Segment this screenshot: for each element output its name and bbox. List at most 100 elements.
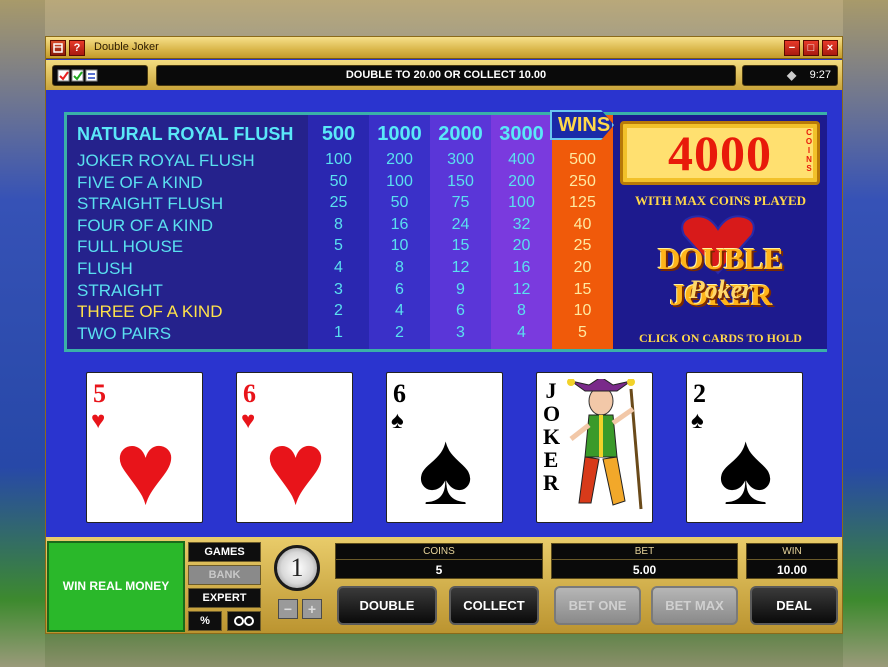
background-left bbox=[0, 0, 45, 667]
payout-cell: 12 bbox=[451, 259, 470, 276]
coins-display: COINS 5 bbox=[335, 543, 543, 579]
bet-max-button[interactable]: BET MAX bbox=[651, 586, 738, 625]
win-label: WIN bbox=[747, 544, 837, 560]
payout-cell: 20 bbox=[512, 237, 531, 254]
collect-button[interactable]: COLLECT bbox=[449, 586, 539, 625]
play-area: NATURAL ROYAL FLUSH JOKER ROYAL FLUSH FI… bbox=[46, 90, 842, 537]
status-bar: DOUBLE TO 20.00 OR COLLECT 10.00 ◆ 9:27 bbox=[46, 60, 842, 90]
status-message: DOUBLE TO 20.00 OR COLLECT 10.00 bbox=[156, 65, 736, 86]
clock-box: ◆ 9:27 bbox=[742, 65, 838, 86]
payout-cell: 25 bbox=[329, 194, 348, 211]
hand-four-of-a-kind: FOUR OF A KIND bbox=[77, 216, 214, 235]
payout-cell: 25 bbox=[573, 237, 592, 254]
control-panel: WIN REAL MONEY GAMES BANK EXPERT % 1 − +… bbox=[46, 537, 842, 633]
paytable-column-4: 3000 400 200 100 32 20 16 12 8 4 bbox=[491, 115, 552, 349]
payout-cell: 400 bbox=[508, 151, 535, 168]
paytable-column-1: 500 100 50 25 8 5 4 3 2 1 bbox=[308, 115, 369, 349]
hand-flush: FLUSH bbox=[77, 259, 133, 278]
coins-vertical-label: COINS bbox=[805, 128, 813, 173]
payout-cell: 9 bbox=[456, 281, 465, 298]
payout-cell: 8 bbox=[395, 259, 404, 276]
hand-joker-royal-flush: JOKER ROYAL FLUSH bbox=[77, 151, 255, 170]
payout-cell: 4 bbox=[517, 324, 526, 341]
joker-label: JOKER bbox=[543, 378, 561, 495]
decrease-coin-button[interactable]: − bbox=[278, 599, 298, 619]
payout-cell: 2 bbox=[334, 302, 343, 319]
card-4-joker[interactable]: JOKER bbox=[536, 372, 653, 523]
card-5[interactable]: 2 ♠ ♠ bbox=[686, 372, 803, 523]
payout-cell: 4 bbox=[334, 259, 343, 276]
promo-panel: 4000 COINS WITH MAX COINS PLAYED DOUBLE … bbox=[614, 115, 827, 349]
payout-cell: 20 bbox=[573, 259, 592, 276]
hand-three-of-a-kind: THREE OF A KIND bbox=[77, 302, 223, 321]
coins-label: COINS bbox=[336, 544, 542, 560]
payout-cell: 3 bbox=[334, 281, 343, 298]
clock-time: 9:27 bbox=[809, 69, 831, 81]
payout-cell: 50 bbox=[329, 173, 348, 190]
payout-cell: 8 bbox=[517, 302, 526, 319]
jester-figure-icon bbox=[567, 379, 643, 510]
payout-cell: 200 bbox=[508, 173, 535, 190]
games-button[interactable]: GAMES bbox=[188, 542, 261, 562]
max-win-box: 4000 COINS bbox=[620, 121, 820, 185]
card-rank: 6 bbox=[243, 379, 256, 408]
double-button[interactable]: DOUBLE bbox=[337, 586, 437, 625]
close-button[interactable]: × bbox=[822, 40, 838, 56]
autoplay-icon[interactable] bbox=[227, 611, 261, 631]
bank-button[interactable]: BANK bbox=[188, 565, 261, 585]
menu-icon[interactable] bbox=[50, 40, 66, 56]
payout-cell: 6 bbox=[456, 302, 465, 319]
payout-cell: 16 bbox=[512, 259, 531, 276]
heart-icon: ♥ bbox=[264, 411, 327, 527]
payout-cell: 10 bbox=[573, 302, 592, 319]
max-win-value: 4000 bbox=[627, 128, 813, 178]
expert-button[interactable]: EXPERT bbox=[188, 588, 261, 608]
win-real-money-button[interactable]: WIN REAL MONEY bbox=[47, 541, 185, 632]
payout-cell: 3 bbox=[456, 324, 465, 341]
payout-cell: 2 bbox=[395, 324, 404, 341]
sound-icon[interactable]: ◆ bbox=[787, 66, 796, 85]
coin-value-chip[interactable]: 1 bbox=[274, 545, 320, 591]
payout-cell: 32 bbox=[512, 216, 531, 233]
wins-tag: WINS bbox=[550, 110, 614, 140]
payout-cell: 8 bbox=[334, 216, 343, 233]
toolbar-icons bbox=[52, 65, 148, 86]
payout-cell: 150 bbox=[447, 173, 474, 190]
card-1[interactable]: 5 ♥ ♥ bbox=[86, 372, 203, 523]
hand-straight: STRAIGHT bbox=[77, 281, 163, 300]
bet-label: BET bbox=[552, 544, 737, 560]
paytable-column-3: 2000 300 150 75 24 15 12 9 6 3 bbox=[430, 115, 491, 349]
maximize-button[interactable]: □ bbox=[803, 40, 819, 56]
game-window: ? Double Joker − □ × DOUBLE TO 20.00 OR … bbox=[45, 36, 843, 634]
card-3[interactable]: 6 ♠ ♠ bbox=[386, 372, 503, 523]
payout-cell: 250 bbox=[569, 173, 596, 190]
payout-cell: 5 bbox=[334, 237, 343, 254]
payout-cell: 10 bbox=[390, 237, 409, 254]
hand-five-of-a-kind: FIVE OF A KIND bbox=[77, 173, 203, 192]
payout-cell: 4 bbox=[395, 302, 404, 319]
card-2[interactable]: 6 ♥ ♥ bbox=[236, 372, 353, 523]
payout-cell: 15 bbox=[573, 281, 592, 298]
card-rank: 5 bbox=[93, 379, 106, 408]
heart-icon: ♥ bbox=[114, 411, 177, 527]
payout-cell: 100 bbox=[325, 151, 352, 168]
help-icon[interactable]: ? bbox=[69, 40, 85, 56]
payout-cell: 6 bbox=[395, 281, 404, 298]
window-title: Double Joker bbox=[94, 41, 159, 53]
payout-cell: 2000 bbox=[438, 123, 483, 145]
spade-icon: ♠ bbox=[417, 411, 474, 527]
percent-button[interactable]: % bbox=[188, 611, 222, 631]
hand-straight-flush: STRAIGHT FLUSH bbox=[77, 194, 224, 213]
increase-coin-button[interactable]: + bbox=[302, 599, 322, 619]
paytable-column-2: 1000 200 100 50 16 10 8 6 4 2 bbox=[369, 115, 430, 349]
payout-cell: 3000 bbox=[499, 123, 544, 145]
payout-cell: 12 bbox=[512, 281, 531, 298]
payout-cell: 75 bbox=[451, 194, 470, 211]
background-right bbox=[843, 0, 888, 667]
minimize-button[interactable]: − bbox=[784, 40, 800, 56]
deal-button[interactable]: DEAL bbox=[750, 586, 838, 625]
card-rank: 6 bbox=[393, 379, 406, 408]
bet-one-button[interactable]: BET ONE bbox=[554, 586, 641, 625]
payout-cell: 24 bbox=[451, 216, 470, 233]
logo-subtitle: Poker bbox=[688, 275, 753, 304]
